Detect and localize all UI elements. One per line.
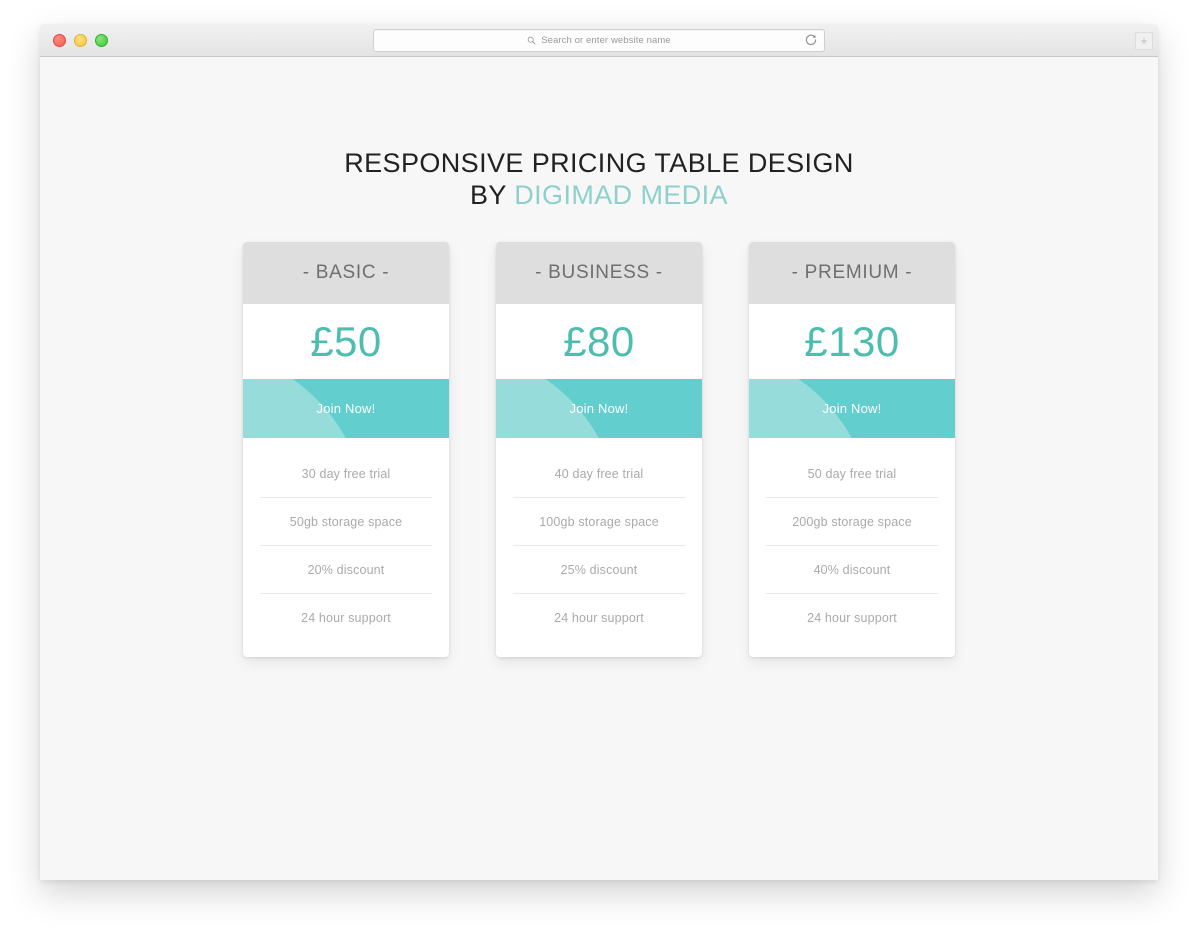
search-icon (527, 36, 536, 45)
reload-icon[interactable] (804, 33, 818, 47)
list-item: 24 hour support (807, 610, 897, 625)
address-bar-placeholder: Search or enter website name (541, 35, 671, 46)
feature-list: 40 day free trial 100gb storage space 25… (496, 450, 702, 641)
plan-price: £50 (243, 304, 449, 380)
feature-list: 50 day free trial 200gb storage space 40… (749, 450, 955, 641)
list-item: 50gb storage space (260, 498, 432, 547)
close-window-button[interactable] (53, 34, 66, 47)
list-item: 100gb storage space (513, 498, 685, 547)
minimize-window-button[interactable] (74, 34, 87, 47)
list-item: 40 day free trial (513, 450, 685, 499)
plan-price: £80 (496, 304, 702, 380)
list-item: 200gb storage space (766, 498, 938, 547)
pricing-table: - BASIC - £50 Join Now! 30 day free tria… (40, 242, 1158, 658)
pricing-card-basic: - BASIC - £50 Join Now! 30 day free tria… (243, 242, 449, 658)
list-item: 30 day free trial (260, 450, 432, 499)
browser-window: Search or enter website name + RESPONSIV… (40, 24, 1158, 880)
join-now-button-business[interactable]: Join Now! (496, 379, 702, 439)
join-now-label: Join Now! (569, 401, 629, 417)
feature-list: 30 day free trial 50gb storage space 20%… (243, 450, 449, 641)
address-bar[interactable]: Search or enter website name (373, 29, 825, 52)
page-title-by: BY (470, 180, 515, 211)
page-title-brand: DIGIMAD MEDIA (514, 180, 728, 211)
new-tab-button[interactable]: + (1135, 32, 1153, 50)
join-now-button-premium[interactable]: Join Now! (749, 379, 955, 439)
page-viewport: RESPONSIVE PRICING TABLE DESIGN BY DIGIM… (40, 57, 1158, 880)
page-title: RESPONSIVE PRICING TABLE DESIGN BY DIGIM… (40, 75, 1158, 211)
list-item: 25% discount (513, 546, 685, 595)
maximize-window-button[interactable] (95, 34, 108, 47)
plan-name: - PREMIUM - (749, 242, 955, 305)
list-item: 20% discount (260, 546, 432, 595)
address-bar-content: Search or enter website name (527, 35, 671, 46)
join-now-button-basic[interactable]: Join Now! (243, 379, 449, 439)
list-item: 40% discount (766, 546, 938, 595)
list-item: 24 hour support (554, 610, 644, 625)
list-item: 50 day free trial (766, 450, 938, 499)
list-item: 24 hour support (301, 610, 391, 625)
join-now-label: Join Now! (316, 401, 376, 417)
join-now-label: Join Now! (822, 401, 882, 417)
plan-name: - BASIC - (243, 242, 449, 305)
plan-price: £130 (749, 304, 955, 380)
plan-name: - BUSINESS - (496, 242, 702, 305)
browser-titlebar: Search or enter website name + (40, 24, 1158, 57)
window-controls (53, 34, 108, 47)
page-title-line1: RESPONSIVE PRICING TABLE DESIGN (344, 148, 854, 179)
pricing-card-premium: - PREMIUM - £130 Join Now! 50 day free t… (749, 242, 955, 658)
pricing-card-business: - BUSINESS - £80 Join Now! 40 day free t… (496, 242, 702, 658)
